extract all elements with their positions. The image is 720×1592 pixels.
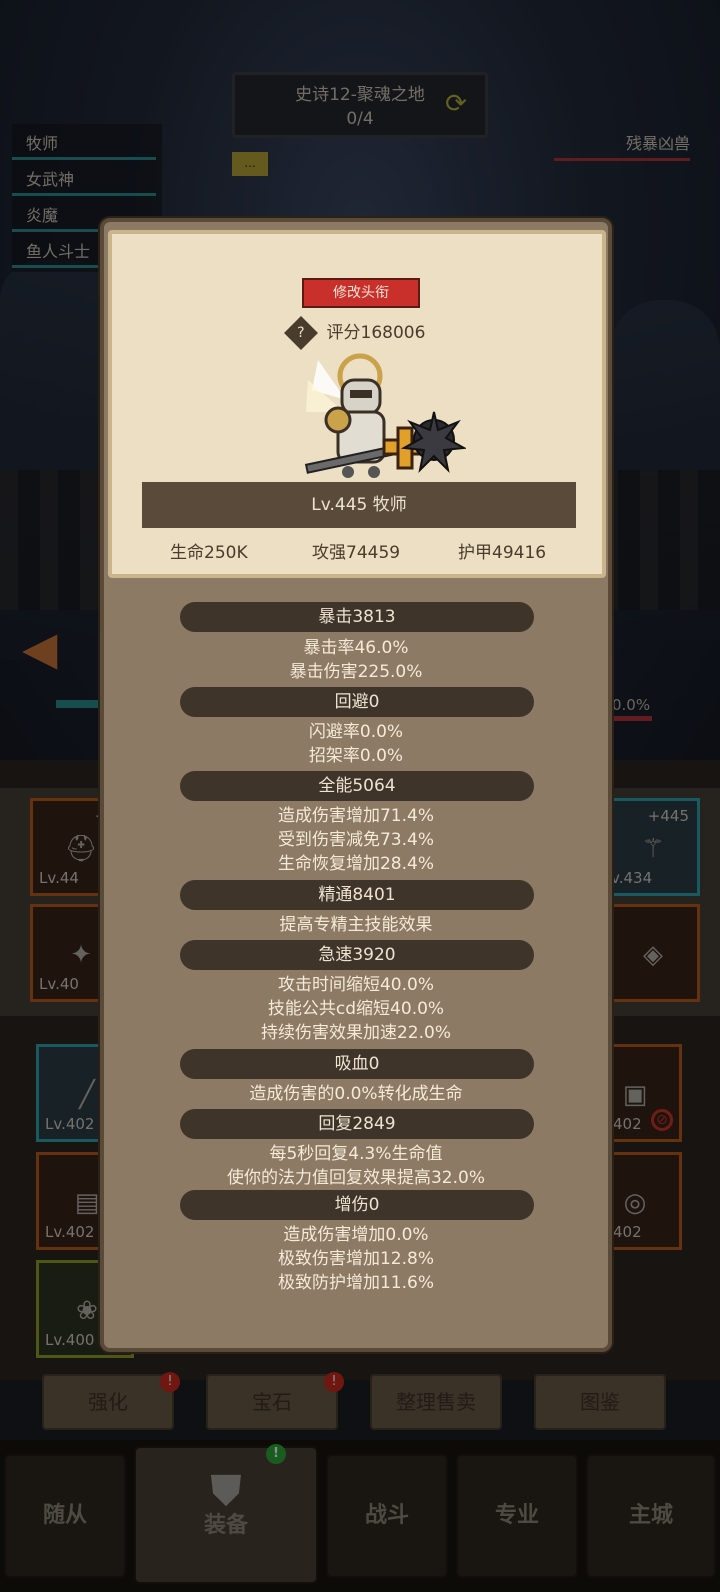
stat-header-versatility: 全能5064 [180, 771, 534, 801]
stat-header-lifesteal: 吸血0 [180, 1049, 534, 1079]
stat-line: 造成伤害增加71.4% [277, 806, 434, 826]
stat-line: 技能公共cd缩短40.0% [267, 999, 445, 1019]
stat-line: 暴击率46.0% [303, 638, 409, 658]
score-text: 评分168006 [326, 323, 426, 343]
basic-stats-row: 生命250K 攻强74459 护甲49416 [112, 538, 602, 568]
stat-header-damage-bonus: 增伤0 [180, 1190, 534, 1220]
stat-line: 生命恢复增加28.4% [277, 854, 434, 874]
stat-header-regen: 回复2849 [180, 1109, 534, 1139]
stat-line: 攻击时间缩短40.0% [277, 975, 434, 995]
stat-line: 持续伤害效果加速22.0% [260, 1023, 451, 1043]
score-row: ? 评分168006 [112, 316, 602, 350]
stat-line: 提高专精主技能效果 [279, 915, 433, 935]
character-stats-panel: 修改头衔 ? 评分168006 Lv.445 牧师 生命250K 攻强74459 … [100, 218, 612, 1352]
hp-stat: 生命250K [170, 543, 248, 563]
stat-line: 暴击伤害225.0% [289, 662, 423, 682]
profile-card: 修改头衔 ? 评分168006 Lv.445 牧师 生命250K 攻强74459 … [108, 230, 606, 578]
priest-avatar [304, 353, 466, 478]
rename-title-button[interactable]: 修改头衔 [302, 278, 420, 308]
stat-line: 招架率0.0% [308, 746, 404, 766]
stat-line: 造成伤害的0.0%转化成生命 [249, 1084, 463, 1104]
stat-line: 闪避率0.0% [308, 722, 404, 742]
stat-line: 使你的法力值回复效果提高32.0% [226, 1168, 485, 1188]
stat-line: 造成伤害增加0.0% [283, 1225, 429, 1245]
help-icon[interactable]: ? [283, 316, 318, 350]
attack-stat: 攻强74459 [312, 543, 401, 563]
stat-line: 极致防护增加11.6% [277, 1273, 434, 1293]
stat-line: 受到伤害减免73.4% [277, 830, 434, 850]
level-class-bar: Lv.445 牧师 [142, 482, 576, 528]
stat-header-crit: 暴击3813 [180, 602, 534, 632]
stat-header-haste: 急速3920 [180, 940, 534, 970]
stat-line: 极致伤害增加12.8% [277, 1249, 434, 1269]
stat-line: 每5秒回复4.3%生命值 [269, 1144, 443, 1164]
armor-stat: 护甲49416 [458, 543, 547, 563]
stat-header-dodge: 回避0 [180, 687, 534, 717]
help-icon-glyph: ? [296, 325, 305, 341]
stat-header-mastery: 精通8401 [180, 880, 534, 910]
